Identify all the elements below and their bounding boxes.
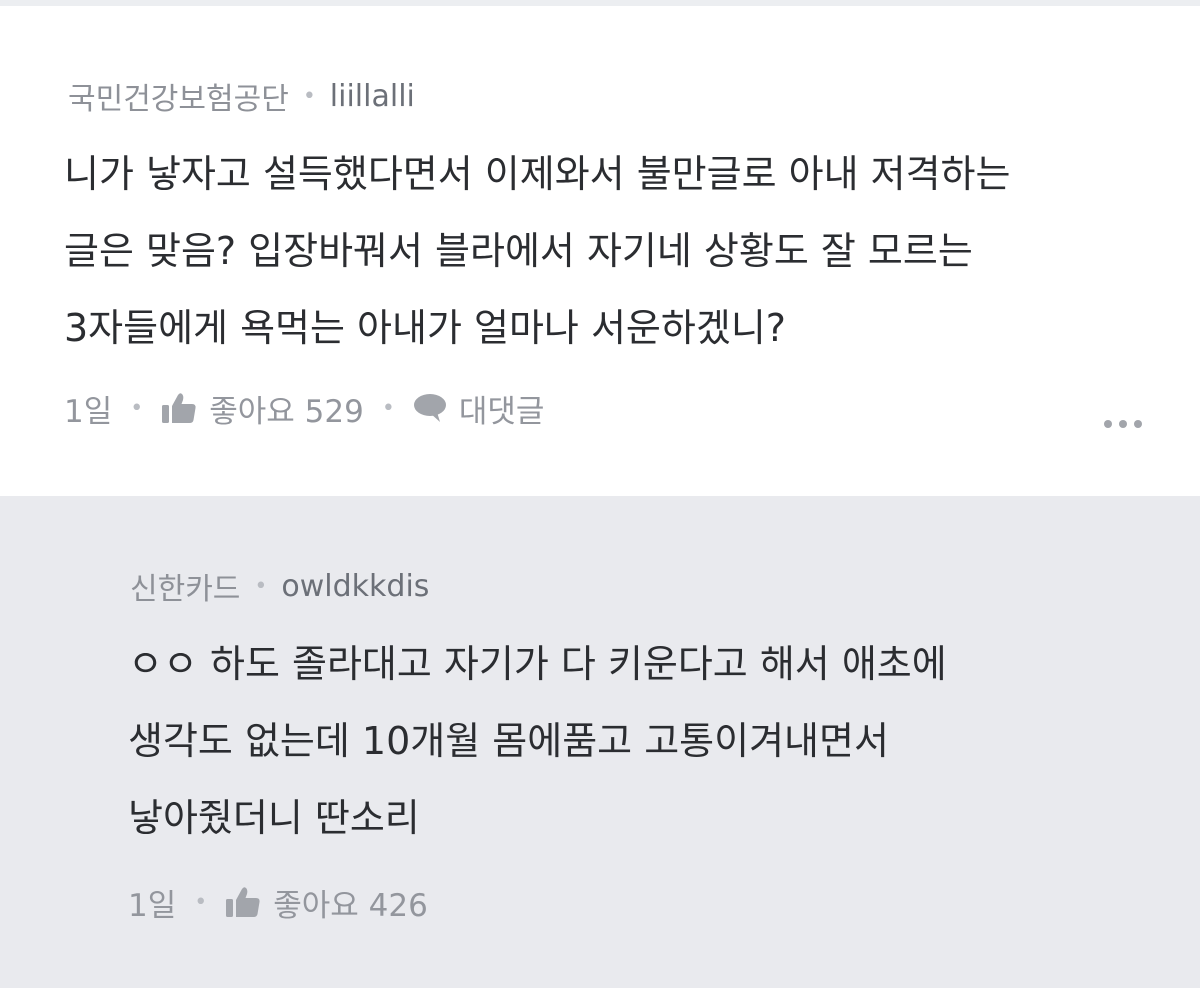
more-options-icon[interactable] (1104, 414, 1142, 434)
comment-card: 국민건강보험공단 • liillalli 니가 낳자고 설득했다면서 이제와서 … (0, 6, 1200, 496)
comment-body-line: 3자들에게 욕먹는 아내가 얼마나 서운하겠니? (64, 306, 786, 350)
like-button[interactable]: 좋아요 426 (225, 880, 428, 925)
reply-actions: 1일 • 좋아요 426 (128, 880, 428, 924)
separator-dot: • (194, 889, 208, 915)
separator-dot: • (302, 83, 316, 109)
author-nickname: liillalli (329, 78, 415, 114)
reply-body: ㅇㅇ 하도 졸라대고 자기가 다 키운다고 해서 애초에 생각도 없는데 10개… (128, 626, 947, 857)
author-company: 국민건강보험공단 (68, 82, 289, 117)
reply-button[interactable]: 대댓글 (413, 386, 545, 431)
reply-time: 1일 (128, 887, 177, 924)
thumbs-up-icon (161, 392, 197, 424)
speech-bubble-icon (413, 393, 447, 423)
reply-body-line: 생각도 없는데 10개월 몸에품고 고통이겨내면서 (128, 719, 889, 763)
thumbs-up-icon (225, 886, 261, 918)
comment-body-line: 글은 맞음? 입장바꿔서 블라에서 자기네 상황도 잘 모르는 (64, 229, 973, 273)
comment-body-line: 니가 낳자고 설득했다면서 이제와서 불만글로 아내 저격하는 (64, 152, 1011, 196)
like-count: 좋아요 529 (209, 393, 364, 430)
reply-body-line: 낳아줬더니 딴소리 (128, 796, 420, 840)
reply-body-line: ㅇㅇ 하도 졸라대고 자기가 다 키운다고 해서 애초에 (128, 642, 947, 686)
separator-dot: • (381, 395, 395, 421)
reply-author[interactable]: 신한카드 • owldkkdis (130, 566, 430, 608)
separator-dot: • (254, 573, 268, 599)
comment-body: 니가 낳자고 설득했다면서 이제와서 불만글로 아내 저격하는 글은 맞음? 입… (64, 136, 1010, 367)
reply-card: 신한카드 • owldkkdis ㅇㅇ 하도 졸라대고 자기가 다 키운다고 해… (0, 496, 1200, 988)
author-nickname: owldkkdis (281, 568, 430, 604)
reply-label: 대댓글 (458, 393, 545, 430)
author-company: 신한카드 (130, 572, 241, 607)
separator-dot: • (130, 395, 144, 421)
like-count: 좋아요 426 (273, 887, 428, 924)
like-button[interactable]: 좋아요 529 (161, 386, 364, 431)
comment-actions: 1일 • 좋아요 529 • 대댓글 (64, 386, 544, 430)
comment-author[interactable]: 국민건강보험공단 • liillalli (68, 76, 415, 118)
comment-time: 1일 (64, 393, 113, 430)
